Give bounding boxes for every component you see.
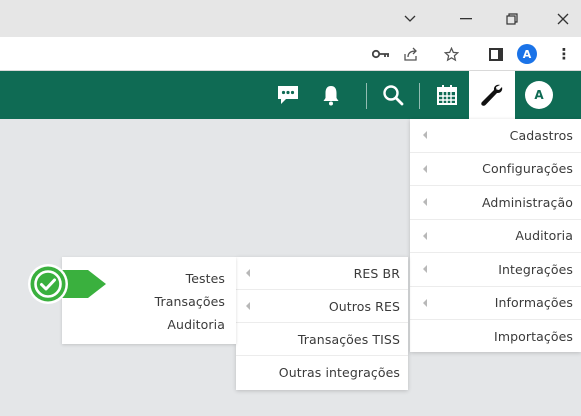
side-panel-icon[interactable] — [487, 45, 505, 63]
submenu-item-label: Auditoria — [167, 317, 225, 332]
submenu-item-res-br[interactable]: RES BR — [236, 257, 408, 290]
menu-item-label: Cadastros — [509, 127, 573, 143]
caret-left-icon — [423, 198, 427, 207]
menu-item-auditoria[interactable]: Auditoria — [410, 220, 581, 253]
caret-left-icon — [423, 231, 427, 240]
search-icon[interactable] — [371, 71, 415, 119]
submenu-item-label: Transações — [154, 294, 225, 309]
share-icon[interactable] — [401, 45, 421, 63]
browser-toolbar: A ⋮ — [0, 37, 581, 71]
app-header: A — [0, 71, 581, 119]
submenu-item-label: RES BR — [353, 265, 400, 281]
header-divider — [419, 83, 420, 109]
menu-item-label: Administração — [481, 194, 573, 210]
close-window-button[interactable] — [540, 0, 581, 37]
caret-left-icon — [246, 269, 250, 277]
star-icon[interactable] — [441, 45, 461, 63]
calendar-icon[interactable] — [425, 71, 469, 119]
menu-item-informacoes[interactable]: Informações — [410, 287, 581, 320]
browser-profile-avatar[interactable]: A — [517, 44, 537, 64]
submenu-item-outros-res[interactable]: Outros RES — [236, 290, 408, 323]
window-title-bar — [0, 0, 581, 37]
user-avatar-button[interactable]: A — [515, 71, 563, 119]
submenu-item-label: Testes — [185, 271, 225, 286]
menu-item-administracao[interactable]: Administração — [410, 186, 581, 220]
integrations-submenu: RES BR Outros RES Transações TISS Outras… — [236, 257, 408, 390]
menu-item-label: Importações — [494, 329, 573, 345]
menu-item-label: Auditoria — [515, 228, 573, 244]
menu-item-label: Integrações — [498, 261, 573, 277]
browser-menu-icon[interactable]: ⋮ — [557, 45, 572, 63]
chat-icon[interactable] — [271, 71, 305, 119]
wrench-icon[interactable] — [469, 71, 515, 119]
caret-left-icon — [423, 298, 427, 307]
restore-button[interactable] — [489, 0, 535, 37]
menu-item-label: Informações — [494, 295, 573, 311]
menu-item-integracoes[interactable]: Integrações — [410, 253, 581, 287]
submenu-item-label: Outras integrações — [278, 365, 400, 380]
caret-left-icon — [423, 265, 427, 274]
bell-icon[interactable] — [316, 71, 346, 119]
submenu-item-label: Outros RES — [328, 298, 400, 314]
caret-left-icon — [246, 302, 250, 310]
caret-left-icon — [423, 164, 427, 173]
menu-item-label: Configurações — [482, 161, 573, 177]
header-divider — [366, 83, 367, 109]
check-badge-icon — [26, 262, 110, 306]
submenu-item-auditoria[interactable]: Auditoria — [62, 313, 236, 336]
user-avatar[interactable]: A — [525, 81, 553, 109]
menu-item-configuracoes[interactable]: Configurações — [410, 153, 581, 186]
menu-item-importacoes[interactable]: Importações — [410, 320, 581, 354]
caret-left-icon — [423, 131, 427, 140]
key-icon[interactable] — [371, 45, 391, 63]
minimize-button[interactable] — [443, 0, 489, 37]
submenu-item-label: Transações TISS — [297, 331, 400, 347]
menu-item-cadastros[interactable]: Cadastros — [410, 119, 581, 153]
settings-menu: Cadastros Configurações Administração Au… — [410, 119, 581, 352]
tab-search-chevron-icon[interactable] — [387, 0, 433, 37]
submenu-item-outras-integracoes[interactable]: Outras integrações — [236, 356, 408, 389]
submenu-item-transacoes-tiss[interactable]: Transações TISS — [236, 323, 408, 356]
